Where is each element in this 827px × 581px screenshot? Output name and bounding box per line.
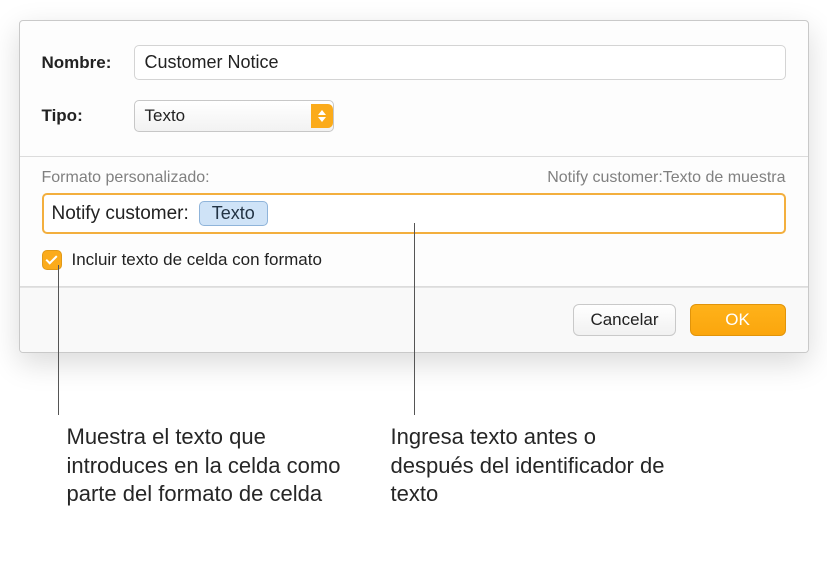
include-text-checkbox[interactable] bbox=[42, 250, 62, 270]
cancel-button[interactable]: Cancelar bbox=[573, 304, 675, 336]
callout-line-right bbox=[414, 223, 415, 415]
check-icon bbox=[45, 253, 57, 265]
format-preview: Notify customer:Texto de muestra bbox=[547, 169, 785, 187]
callout-text-right: Ingresa texto antes o después del identi… bbox=[391, 423, 671, 509]
header-section: Nombre: Tipo: Texto bbox=[20, 21, 808, 156]
select-stepper-icon bbox=[311, 104, 333, 128]
ok-button[interactable]: OK bbox=[690, 304, 786, 336]
type-row: Tipo: Texto bbox=[42, 90, 786, 142]
type-select[interactable]: Texto bbox=[134, 100, 334, 132]
type-label: Tipo: bbox=[42, 106, 134, 126]
name-label: Nombre: bbox=[42, 53, 134, 73]
type-select-value: Texto bbox=[145, 106, 186, 126]
callout-line-left bbox=[58, 265, 59, 415]
custom-format-label: Formato personalizado: bbox=[42, 169, 210, 187]
text-token[interactable]: Texto bbox=[199, 201, 268, 226]
name-input[interactable] bbox=[134, 45, 786, 80]
name-row: Nombre: bbox=[42, 35, 786, 90]
format-header: Formato personalizado: Notify customer:T… bbox=[20, 157, 808, 193]
format-prefix-text: Notify customer: bbox=[52, 203, 189, 225]
callout-text-left: Muestra el texto que introduces en la ce… bbox=[67, 423, 347, 509]
include-text-label: Incluir texto de celda con formato bbox=[72, 250, 322, 270]
